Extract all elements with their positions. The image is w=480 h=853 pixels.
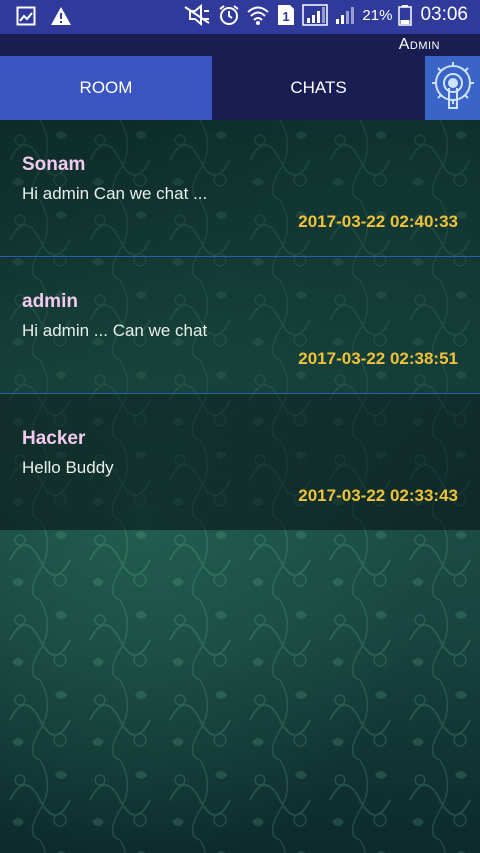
- chat-sender-name: Sonam: [22, 154, 86, 175]
- chat-list-item[interactable]: Hacker Hello Buddy 2017-03-22 02:33:43: [0, 394, 480, 530]
- image-notification-icon: [16, 6, 36, 26]
- room-content: Sonam Hi admin Can we chat ... 2017-03-2…: [0, 120, 480, 853]
- chat-message-preview: Hi admin ... Can we chat: [22, 321, 208, 340]
- status-bar: 1 21% 03:06: [0, 0, 480, 34]
- chat-timestamp: 2017-03-22 02:33:43: [298, 486, 458, 505]
- wifi-icon: [246, 4, 270, 26]
- mute-icon: [182, 4, 212, 26]
- battery-icon: [398, 4, 413, 26]
- chat-timestamp: 2017-03-22 02:40:33: [298, 212, 458, 231]
- user-strip: Admin: [0, 34, 480, 56]
- gear-settings-icon: [428, 58, 478, 119]
- signal-secondary-icon: [334, 4, 356, 26]
- tab-chats[interactable]: CHATS: [212, 56, 425, 120]
- warning-icon: [50, 6, 72, 26]
- sim-icon: 1: [276, 3, 296, 27]
- clock: 03:06: [420, 4, 468, 25]
- chat-list-item[interactable]: Sonam Hi admin Can we chat ... 2017-03-2…: [0, 120, 480, 257]
- status-system: 1 21% 03:06: [182, 3, 468, 27]
- settings-button[interactable]: [425, 56, 480, 120]
- tab-chats-label: CHATS: [290, 78, 347, 97]
- current-user-name: Admin: [398, 36, 440, 53]
- status-notifications: [16, 6, 72, 26]
- chat-sender-name: Hacker: [22, 428, 86, 449]
- chat-message-preview: Hello Buddy: [22, 458, 114, 477]
- battery-percent: 21%: [362, 6, 393, 24]
- chat-list: Sonam Hi admin Can we chat ... 2017-03-2…: [0, 120, 480, 530]
- chat-sender-name: admin: [22, 291, 78, 312]
- chat-list-item[interactable]: admin Hi admin ... Can we chat 2017-03-2…: [0, 257, 480, 394]
- tab-room[interactable]: ROOM: [0, 56, 212, 120]
- tab-room-label: ROOM: [79, 78, 133, 97]
- tab-bar: ROOM CHATS: [0, 56, 480, 120]
- alarm-icon: [218, 4, 240, 26]
- chat-timestamp: 2017-03-22 02:38:51: [298, 349, 458, 368]
- sim-slot-label: 1: [283, 9, 290, 24]
- signal-icon: [302, 4, 329, 26]
- chat-message-preview: Hi admin Can we chat ...: [22, 184, 208, 203]
